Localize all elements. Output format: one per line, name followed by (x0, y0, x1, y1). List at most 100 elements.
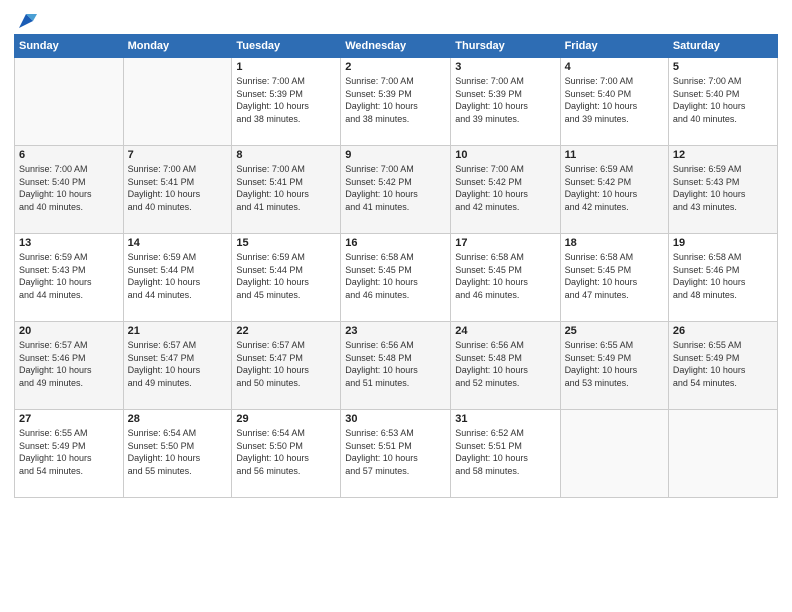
day-info: Sunrise: 7:00 AM Sunset: 5:41 PM Dayligh… (128, 163, 228, 213)
day-info: Sunrise: 7:00 AM Sunset: 5:40 PM Dayligh… (565, 75, 664, 125)
calendar-cell: 13Sunrise: 6:59 AM Sunset: 5:43 PM Dayli… (15, 234, 124, 322)
week-row-5: 27 Sunrise: 6:55 AM Sunset: 5:49 PM Dayli… (15, 410, 778, 498)
calendar-cell: 14 Sunrise: 6:59 AM Sunset: 5:44 PM Dayli… (123, 234, 232, 322)
calendar-cell: 1 Sunrise: 7:00 AM Sunset: 5:39 PM Daylig… (232, 58, 341, 146)
day-info: Sunrise: 7:00 AM Sunset: 5:41 PM Dayligh… (236, 163, 336, 213)
week-row-2: 6 Sunrise: 7:00 AM Sunset: 5:40 PM Daylig… (15, 146, 778, 234)
calendar-cell: 16 Sunrise: 6:58 AM Sunset: 5:45 PM Dayli… (341, 234, 451, 322)
day-info: Sunrise: 6:59 AM Sunset: 5:42 PM Dayligh… (565, 163, 664, 213)
day-info: Sunrise: 6:59 AM Sunset: 5:44 PM Dayligh… (236, 251, 336, 301)
day-info: Sunrise: 6:57 AM Sunset: 5:47 PM Dayligh… (128, 339, 228, 389)
day-number: 9 (345, 149, 446, 161)
day-info: Sunrise: 6:58 AM Sunset: 5:45 PM Dayligh… (455, 251, 555, 301)
day-info: Sunrise: 6:54 AM Sunset: 5:50 PM Dayligh… (236, 427, 336, 477)
day-number: 15 (236, 237, 336, 249)
day-number: 21 (128, 325, 228, 337)
calendar-cell: 25 Sunrise: 6:55 AM Sunset: 5:49 PM Dayli… (560, 322, 668, 410)
day-info: Sunrise: 6:58 AM Sunset: 5:45 PM Dayligh… (345, 251, 446, 301)
calendar-cell: 12 Sunrise: 6:59 AM Sunset: 5:43 PM Dayli… (668, 146, 777, 234)
calendar-cell: 22 Sunrise: 6:57 AM Sunset: 5:47 PM Dayli… (232, 322, 341, 410)
calendar-cell: 15 Sunrise: 6:59 AM Sunset: 5:44 PM Dayli… (232, 234, 341, 322)
day-info: Sunrise: 6:55 AM Sunset: 5:49 PM Dayligh… (19, 427, 119, 477)
day-info: Sunrise: 6:59 AM Sunset: 5:43 PM Dayligh… (673, 163, 773, 213)
day-info: Sunrise: 6:56 AM Sunset: 5:48 PM Dayligh… (345, 339, 446, 389)
calendar-cell: 21 Sunrise: 6:57 AM Sunset: 5:47 PM Dayli… (123, 322, 232, 410)
calendar-cell: 23 Sunrise: 6:56 AM Sunset: 5:48 PM Dayli… (341, 322, 451, 410)
day-number: 18 (565, 237, 664, 249)
logo-icon (15, 10, 37, 32)
calendar-cell: 8 Sunrise: 7:00 AM Sunset: 5:41 PM Daylig… (232, 146, 341, 234)
calendar-cell: 28Sunrise: 6:54 AM Sunset: 5:50 PM Dayli… (123, 410, 232, 498)
calendar-cell: 3 Sunrise: 7:00 AM Sunset: 5:39 PM Daylig… (451, 58, 560, 146)
day-number: 1 (236, 61, 336, 73)
calendar-cell: 6 Sunrise: 7:00 AM Sunset: 5:40 PM Daylig… (15, 146, 124, 234)
calendar-cell (668, 410, 777, 498)
calendar-cell (123, 58, 232, 146)
day-info: Sunrise: 7:00 AM Sunset: 5:42 PM Dayligh… (455, 163, 555, 213)
calendar-cell: 4 Sunrise: 7:00 AM Sunset: 5:40 PM Daylig… (560, 58, 668, 146)
day-info: Sunrise: 6:55 AM Sunset: 5:49 PM Dayligh… (565, 339, 664, 389)
calendar-cell: 17 Sunrise: 6:58 AM Sunset: 5:45 PM Dayli… (451, 234, 560, 322)
calendar-cell: 31Sunrise: 6:52 AM Sunset: 5:51 PM Dayli… (451, 410, 560, 498)
day-info: Sunrise: 6:58 AM Sunset: 5:46 PM Dayligh… (673, 251, 773, 301)
day-number: 30 (345, 413, 446, 425)
day-info: Sunrise: 7:00 AM Sunset: 5:39 PM Dayligh… (455, 75, 555, 125)
calendar-cell: 11Sunrise: 6:59 AM Sunset: 5:42 PM Dayli… (560, 146, 668, 234)
day-number: 20 (19, 325, 119, 337)
day-number: 5 (673, 61, 773, 73)
calendar-cell (15, 58, 124, 146)
day-info: Sunrise: 6:52 AM Sunset: 5:51 PM Dayligh… (455, 427, 555, 477)
calendar-cell: 20 Sunrise: 6:57 AM Sunset: 5:46 PM Dayli… (15, 322, 124, 410)
calendar-cell: 18 Sunrise: 6:58 AM Sunset: 5:45 PM Dayli… (560, 234, 668, 322)
day-number: 16 (345, 237, 446, 249)
weekday-header-tuesday: Tuesday (232, 35, 341, 58)
day-info: Sunrise: 7:00 AM Sunset: 5:39 PM Dayligh… (236, 75, 336, 125)
day-number: 26 (673, 325, 773, 337)
day-info: Sunrise: 6:53 AM Sunset: 5:51 PM Dayligh… (345, 427, 446, 477)
day-number: 27 (19, 413, 119, 425)
day-info: Sunrise: 7:00 AM Sunset: 5:40 PM Dayligh… (19, 163, 119, 213)
calendar: SundayMondayTuesdayWednesdayThursdayFrid… (14, 34, 778, 498)
day-number: 2 (345, 61, 446, 73)
calendar-cell: 2 Sunrise: 7:00 AM Sunset: 5:39 PM Daylig… (341, 58, 451, 146)
calendar-cell: 9 Sunrise: 7:00 AM Sunset: 5:42 PM Daylig… (341, 146, 451, 234)
day-number: 6 (19, 149, 119, 161)
day-number: 17 (455, 237, 555, 249)
day-number: 23 (345, 325, 446, 337)
day-info: Sunrise: 6:55 AM Sunset: 5:49 PM Dayligh… (673, 339, 773, 389)
day-info: Sunrise: 6:58 AM Sunset: 5:45 PM Dayligh… (565, 251, 664, 301)
day-number: 10 (455, 149, 555, 161)
day-number: 24 (455, 325, 555, 337)
day-number: 12 (673, 149, 773, 161)
calendar-cell: 19 Sunrise: 6:58 AM Sunset: 5:46 PM Dayli… (668, 234, 777, 322)
weekday-header-monday: Monday (123, 35, 232, 58)
day-number: 3 (455, 61, 555, 73)
day-number: 8 (236, 149, 336, 161)
day-number: 7 (128, 149, 228, 161)
day-number: 13 (19, 237, 119, 249)
day-info: Sunrise: 6:54 AM Sunset: 5:50 PM Dayligh… (128, 427, 228, 477)
day-number: 14 (128, 237, 228, 249)
calendar-cell: 5 Sunrise: 7:00 AM Sunset: 5:40 PM Daylig… (668, 58, 777, 146)
logo (14, 10, 37, 28)
header (14, 10, 778, 28)
day-number: 19 (673, 237, 773, 249)
day-info: Sunrise: 7:00 AM Sunset: 5:40 PM Dayligh… (673, 75, 773, 125)
calendar-cell: 27 Sunrise: 6:55 AM Sunset: 5:49 PM Dayli… (15, 410, 124, 498)
day-info: Sunrise: 7:00 AM Sunset: 5:39 PM Dayligh… (345, 75, 446, 125)
day-info: Sunrise: 6:57 AM Sunset: 5:47 PM Dayligh… (236, 339, 336, 389)
day-number: 22 (236, 325, 336, 337)
week-row-1: 1 Sunrise: 7:00 AM Sunset: 5:39 PM Daylig… (15, 58, 778, 146)
calendar-cell: 29Sunrise: 6:54 AM Sunset: 5:50 PM Dayli… (232, 410, 341, 498)
page: SundayMondayTuesdayWednesdayThursdayFrid… (0, 0, 792, 612)
weekday-header-row: SundayMondayTuesdayWednesdayThursdayFrid… (15, 35, 778, 58)
weekday-header-wednesday: Wednesday (341, 35, 451, 58)
weekday-header-thursday: Thursday (451, 35, 560, 58)
day-info: Sunrise: 6:59 AM Sunset: 5:44 PM Dayligh… (128, 251, 228, 301)
day-info: Sunrise: 7:00 AM Sunset: 5:42 PM Dayligh… (345, 163, 446, 213)
day-number: 25 (565, 325, 664, 337)
day-info: Sunrise: 6:57 AM Sunset: 5:46 PM Dayligh… (19, 339, 119, 389)
day-number: 4 (565, 61, 664, 73)
week-row-3: 13Sunrise: 6:59 AM Sunset: 5:43 PM Dayli… (15, 234, 778, 322)
calendar-cell: 26 Sunrise: 6:55 AM Sunset: 5:49 PM Dayli… (668, 322, 777, 410)
